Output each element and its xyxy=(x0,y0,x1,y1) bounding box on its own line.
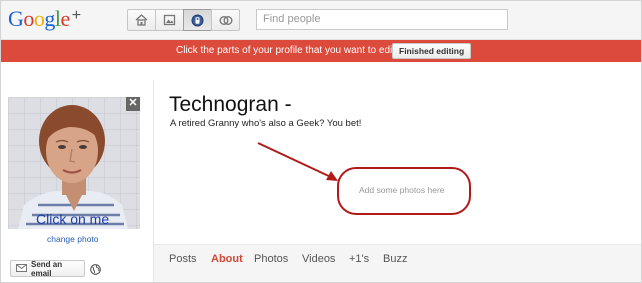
annotation-arrow xyxy=(257,142,334,179)
logo-letter: o xyxy=(23,6,34,31)
add-photos-placeholder[interactable]: Add some photos here xyxy=(359,185,445,195)
tab-videos[interactable]: Videos xyxy=(302,253,335,265)
profile-tabs: Posts About Photos Videos +1's Buzz xyxy=(154,244,641,282)
tab-photos[interactable]: Photos xyxy=(254,253,288,265)
nav-home-button[interactable] xyxy=(127,9,156,31)
send-email-label: Send an email xyxy=(31,259,63,278)
profile-tagline[interactable]: A retired Granny who's also a Geek? You … xyxy=(170,118,361,129)
send-email-button[interactable]: Send an email xyxy=(10,259,85,278)
change-photo-link[interactable]: change photo xyxy=(47,234,99,244)
profile-icon xyxy=(191,14,204,26)
nav-photos-button[interactable] xyxy=(155,9,184,31)
circles-icon xyxy=(219,15,232,25)
main-nav xyxy=(127,9,240,31)
logo-plus: + xyxy=(71,7,81,24)
tab-buzz[interactable]: Buzz xyxy=(383,253,407,265)
profile-photo[interactable]: ✕ Click on me xyxy=(8,97,140,229)
home-icon xyxy=(135,14,148,26)
logo-letter: e xyxy=(60,6,71,31)
nav-profile-button[interactable] xyxy=(183,9,212,31)
finished-editing-button[interactable]: Finished editing xyxy=(392,43,472,59)
photo-edit-overlay[interactable]: Click on me xyxy=(36,211,109,227)
search-input[interactable]: Find people xyxy=(256,9,508,30)
tab-plus-ones[interactable]: +1's xyxy=(349,253,369,265)
tab-posts[interactable]: Posts xyxy=(169,253,197,265)
annotation-arrowhead xyxy=(326,171,338,181)
close-icon[interactable]: ✕ xyxy=(126,97,140,111)
tab-about[interactable]: About xyxy=(211,253,243,265)
logo-letter: o xyxy=(33,6,45,31)
profile-portrait-image xyxy=(8,97,140,229)
envelope-icon xyxy=(16,263,27,274)
logo-letter: g xyxy=(44,6,55,31)
banner-message: Click the parts of your profile that you… xyxy=(176,45,398,56)
google-plus-logo[interactable]: Google + xyxy=(8,6,81,32)
logo-letter: G xyxy=(8,6,24,31)
nav-circles-button[interactable] xyxy=(211,9,240,31)
edit-mode-banner: Click the parts of your profile that you… xyxy=(1,40,641,62)
globe-icon[interactable] xyxy=(90,262,101,280)
photos-icon xyxy=(163,14,176,26)
google-plus-profile-window: Google + Find people Click the parts of … xyxy=(0,0,642,283)
profile-name[interactable]: Technogran - xyxy=(169,93,292,117)
top-bar: Google + Find people xyxy=(1,1,641,40)
